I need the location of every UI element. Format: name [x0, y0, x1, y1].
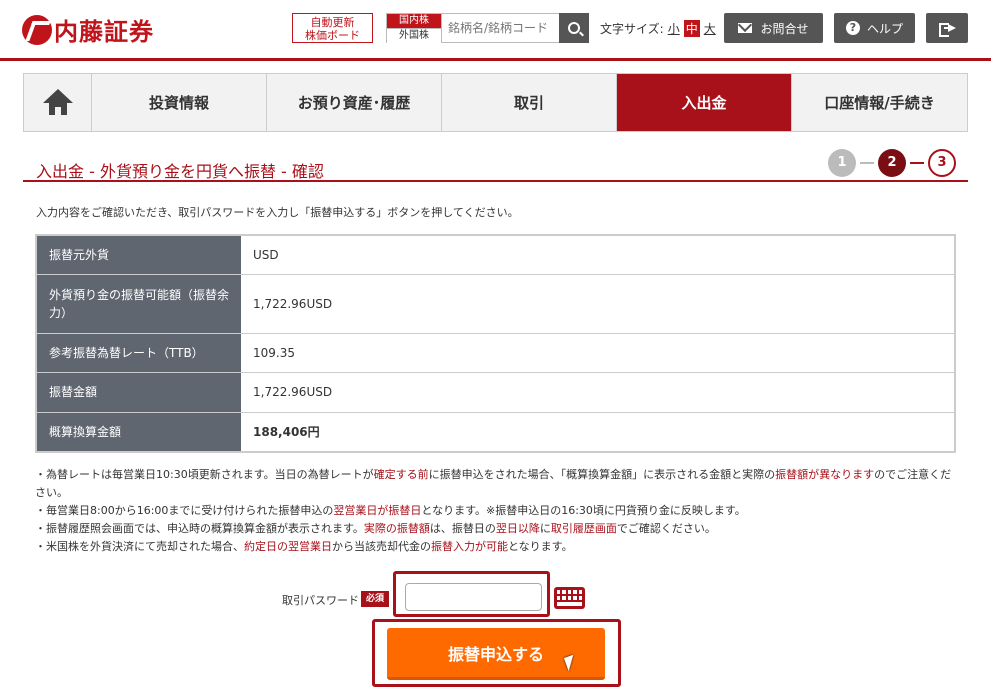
- row-value: 1,722.96USD: [241, 274, 955, 334]
- nav-home[interactable]: [24, 74, 92, 131]
- row-value: 1,722.96USD: [241, 372, 955, 413]
- row-value: 109.35: [241, 333, 955, 373]
- required-badge: 必須: [361, 591, 389, 607]
- nav-assets-history[interactable]: お預り資産･履歴: [267, 74, 442, 131]
- table-row: 参考振替為替レート（TTB） 109.35: [36, 333, 955, 373]
- nav-investment-info[interactable]: 投資情報: [92, 74, 267, 131]
- step-connector: [910, 162, 924, 164]
- note-2: ・毎営業日8:00から16:00までに受け付けられた振替申込の翌営業日が振替日と…: [35, 504, 746, 517]
- password-label: 取引パスワード: [282, 594, 359, 607]
- market-tabs: 国内株 外国株: [387, 14, 441, 43]
- logo-text: 内藤証券: [54, 18, 154, 46]
- nav-account-info[interactable]: 口座情報/手続き: [792, 74, 967, 131]
- table-row: 振替金額 1,722.96USD: [36, 372, 955, 413]
- step-3: 3: [928, 149, 956, 177]
- search-button[interactable]: [559, 13, 589, 43]
- step-connector: [860, 162, 874, 164]
- row-label: 振替金額: [36, 372, 241, 413]
- row-label: 振替元外貨: [36, 235, 241, 275]
- step-1: 1: [828, 149, 856, 177]
- table-row: 振替元外貨 USD: [36, 235, 955, 275]
- nav-trade[interactable]: 取引: [442, 74, 617, 131]
- title-divider: [23, 180, 968, 182]
- table-row: 外貨預り金の振替可能額（振替余力） 1,722.96USD: [36, 274, 955, 334]
- home-icon: [42, 88, 73, 117]
- page-title: 入出金 - 外貨預り金を円貨へ振替 - 確認: [36, 162, 324, 181]
- main-nav: 投資情報 お預り資産･履歴 取引 入出金 口座情報/手続き: [23, 73, 968, 132]
- note-4: ・米国株を外貨決済にて売却された場合、約定日の翌営業日から当該売却代金の振替入力…: [35, 540, 573, 553]
- font-size-selector: 文字サイズ: 小 中 大: [600, 20, 716, 37]
- logout-icon: [939, 21, 956, 37]
- mail-icon: [738, 23, 753, 33]
- note-1: ・為替レートは毎営業日10:30頃更新されます。当日の為替レートが確定する前に振…: [35, 468, 952, 499]
- step-2: 2: [878, 149, 906, 177]
- row-label: 概算換算金額: [36, 412, 241, 452]
- instruction-text: 入力内容をご確認いただき、取引パスワードを入力し「振替申込する」ボタンを押してく…: [36, 206, 519, 219]
- row-label: 外貨預り金の振替可能額（振替余力）: [36, 274, 241, 334]
- logo-mark-icon: [22, 14, 52, 45]
- help-label: ヘルプ: [866, 21, 903, 36]
- logo[interactable]: 内藤証券: [22, 12, 154, 47]
- note-3: ・振替履歴照会画面では、申込時の概算換算金額が表示されます。実際の振替額は、振替…: [35, 522, 716, 535]
- logout-button[interactable]: [926, 13, 968, 43]
- help-icon: ?: [845, 21, 860, 35]
- stock-board-button[interactable]: 自動更新 株価ボード: [292, 13, 373, 43]
- notes: ・為替レートは毎営業日10:30頃更新されます。当日の為替レートが確定する前に振…: [35, 466, 956, 556]
- contact-button[interactable]: お問合せ: [724, 13, 823, 43]
- search-icon: [568, 22, 580, 34]
- row-value: 188,406円: [253, 425, 320, 440]
- market-tab-foreign[interactable]: 外国株: [387, 28, 441, 43]
- row-label: 参考振替為替レート（TTB）: [36, 333, 241, 373]
- contact-label: お問合せ: [760, 21, 809, 36]
- header: 内藤証券 自動更新 株価ボード 国内株 外国株 文字サイズ: 小 中 大 お問合…: [0, 0, 991, 58]
- board-btn-line1: 自動更新: [310, 16, 355, 29]
- font-size-medium[interactable]: 中: [683, 20, 700, 37]
- stock-search: 国内株 外国株: [386, 13, 589, 43]
- board-btn-line2: 株価ボード: [305, 29, 360, 42]
- confirmation-table: 振替元外貨 USD 外貨預り金の振替可能額（振替余力） 1,722.96USD …: [35, 234, 956, 453]
- font-size-small[interactable]: 小: [668, 20, 680, 37]
- keyboard-icon[interactable]: [554, 587, 585, 609]
- row-value: USD: [241, 235, 955, 275]
- font-size-label: 文字サイズ:: [600, 22, 664, 36]
- market-tab-domestic[interactable]: 国内株: [387, 14, 441, 28]
- font-size-large[interactable]: 大: [704, 20, 716, 37]
- search-input[interactable]: [441, 14, 559, 42]
- table-row: 概算換算金額 188,406円: [36, 412, 955, 452]
- step-indicator: 1 2 3: [828, 149, 956, 177]
- help-button[interactable]: ? ヘルプ: [834, 13, 915, 43]
- nav-deposit-withdrawal[interactable]: 入出金: [617, 74, 792, 131]
- header-divider: [0, 58, 991, 61]
- password-input[interactable]: [405, 583, 542, 611]
